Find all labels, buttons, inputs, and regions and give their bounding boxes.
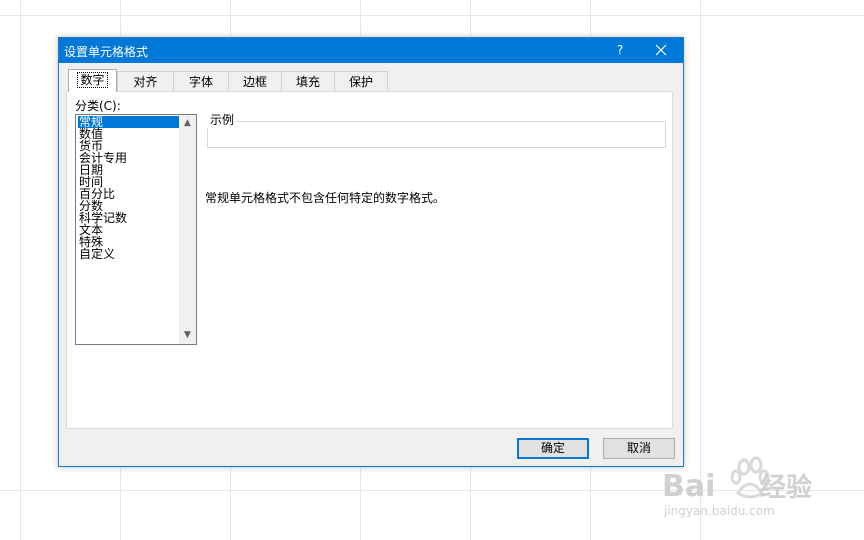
format-cells-dialog: 设置单元格格式 ? 数字 对齐 字体 边框 填充 保护 分类(C): 常规 数值… (58, 37, 684, 467)
ok-button[interactable]: 确定 (517, 438, 589, 459)
help-button[interactable]: ? (605, 38, 635, 63)
category-item-custom[interactable]: 自定义 (78, 248, 179, 260)
spreadsheet-background: 设置单元格格式 ? 数字 对齐 字体 边框 填充 保护 分类(C): 常规 数值… (0, 0, 864, 540)
title-bar: 设置单元格格式 ? (59, 38, 683, 63)
tab-alignment[interactable]: 对齐 (117, 71, 174, 91)
svg-text:经验: 经验 (760, 472, 812, 503)
tab-number[interactable]: 数字 (68, 69, 117, 92)
number-tab-panel: 分类(C): 常规 数值 货币 会计专用 日期 时间 百分比 分数 科学记数 文… (66, 91, 673, 429)
category-listbox[interactable]: 常规 数值 货币 会计专用 日期 时间 百分比 分数 科学记数 文本 特殊 自定… (75, 114, 197, 345)
sample-box (207, 121, 666, 148)
chevron-up-icon[interactable]: ▲ (179, 115, 196, 132)
tab-border[interactable]: 边框 (228, 71, 282, 91)
tab-protection[interactable]: 保护 (334, 71, 388, 91)
svg-text:Bai: Bai (662, 469, 715, 504)
baidu-jingyan-watermark: Bai 经验 jingyan.baidu.com (662, 455, 822, 525)
format-description: 常规单元格格式不包含任何特定的数字格式。 (205, 191, 446, 205)
close-button[interactable] (643, 38, 679, 63)
dialog-title: 设置单元格格式 (64, 45, 149, 59)
tab-font[interactable]: 字体 (173, 71, 229, 91)
tab-fill[interactable]: 填充 (281, 71, 335, 91)
close-icon (655, 44, 667, 56)
sample-legend: 示例 (207, 111, 238, 128)
chevron-down-icon[interactable]: ▼ (179, 327, 196, 344)
svg-text:jingyan.baidu.com: jingyan.baidu.com (663, 504, 775, 518)
category-label: 分类(C): (75, 99, 121, 113)
category-scrollbar[interactable]: ▲ ▼ (179, 115, 196, 344)
